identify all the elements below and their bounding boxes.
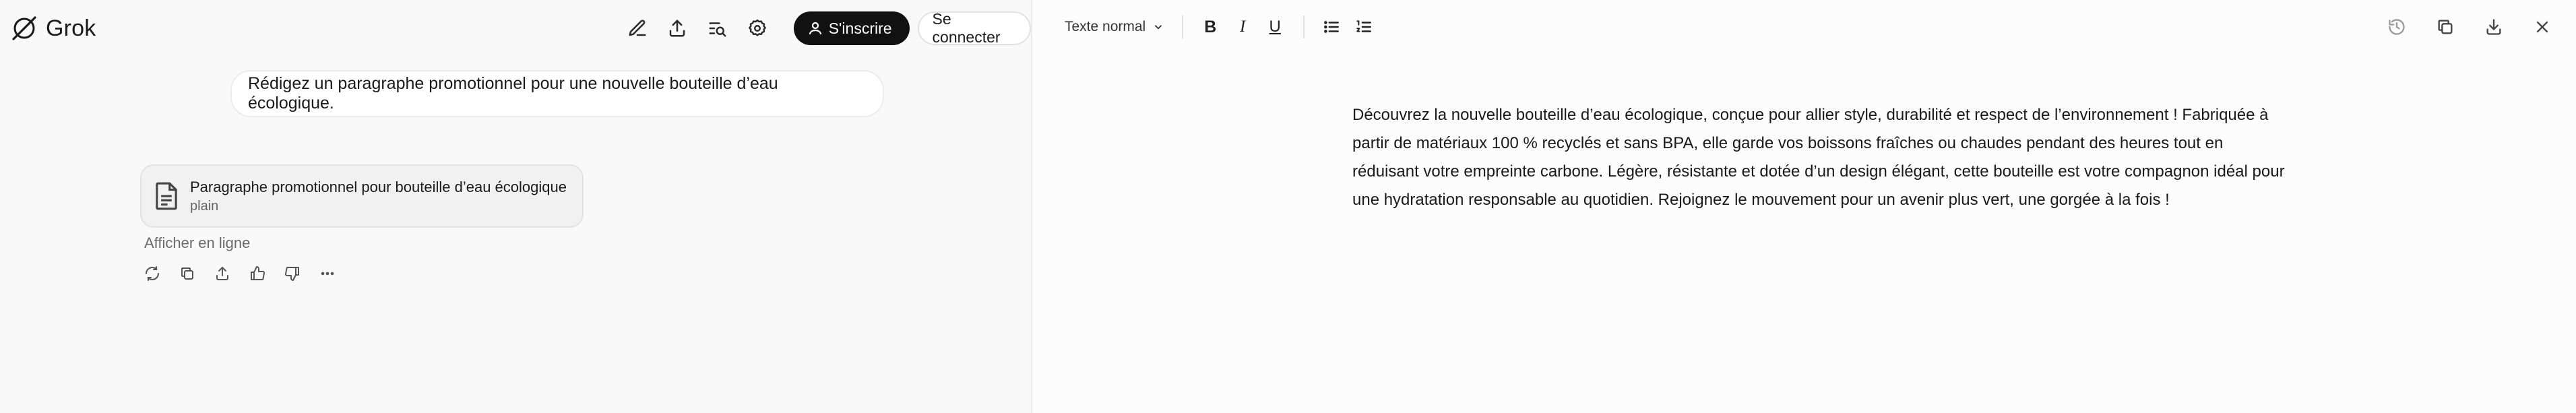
copy-icon	[2438, 20, 2453, 34]
close-button[interactable]	[2518, 12, 2567, 42]
grok-logo-icon	[12, 16, 36, 40]
artifact-title: Paragraphe promotionnel pour bouteille d…	[190, 178, 567, 195]
signup-label: S'inscrire	[828, 19, 892, 37]
document-paragraph: Découvrez la nouvelle bouteille d’eau éc…	[1352, 106, 2285, 209]
history-icon	[2389, 19, 2405, 35]
dislike-button[interactable]	[275, 261, 310, 286]
download-button[interactable]	[2470, 12, 2518, 42]
thumbs-up-icon	[251, 266, 265, 280]
bold-button[interactable]: B	[1194, 12, 1226, 42]
share-button[interactable]	[660, 11, 694, 46]
editor-toolbar: Texte normal B I U	[1059, 12, 1380, 42]
settings-icon	[749, 19, 766, 36]
app-name: Grok	[46, 15, 96, 41]
bullet-list-icon	[1324, 21, 1340, 33]
document-body[interactable]: Découvrez la nouvelle bouteille d’eau éc…	[1352, 101, 2289, 214]
text-style-value: Texte normal	[1065, 19, 1146, 34]
history-button[interactable]	[2373, 12, 2421, 42]
more-button[interactable]	[310, 261, 345, 286]
artifact-card[interactable]: Paragraphe promotionnel pour bouteille d…	[140, 164, 584, 228]
share-message-button[interactable]	[205, 261, 240, 286]
edit-icon	[629, 20, 646, 36]
close-icon	[2536, 21, 2548, 33]
user-icon	[809, 22, 821, 35]
download-icon	[2486, 19, 2501, 35]
numbered-list-icon	[1356, 20, 1372, 32]
show-inline-link[interactable]: Afficher en ligne	[144, 234, 250, 252]
brand[interactable]: Grok	[9, 13, 96, 43]
search-button[interactable]	[700, 11, 734, 46]
settings-button[interactable]	[740, 11, 774, 46]
search-icon	[709, 22, 726, 37]
editor-actions	[2373, 12, 2567, 42]
regenerate-button[interactable]	[135, 261, 170, 286]
more-icon	[321, 272, 334, 276]
thumbs-down-icon	[285, 267, 299, 281]
new-chat-button[interactable]	[620, 11, 654, 46]
chevron-down-icon	[1155, 25, 1162, 30]
italic-button[interactable]: I	[1226, 12, 1259, 42]
user-message-text: Rédigez un paragraphe promotionnel pour …	[248, 74, 778, 113]
artifact-text: Paragraphe promotionnel pour bouteille d…	[190, 179, 567, 214]
signup-button[interactable]: S'inscrire	[793, 11, 910, 45]
editor-pane: Texte normal B I U Découvrez la nouvelle…	[1032, 0, 2576, 413]
login-label: Se connecter	[932, 10, 1001, 46]
artifact-subtitle: plain	[190, 198, 219, 214]
bullet-list-button[interactable]	[1315, 12, 1348, 42]
copy-icon	[181, 267, 193, 280]
user-message-bubble: Rédigez un paragraphe promotionnel pour …	[230, 70, 884, 117]
text-style-select[interactable]: Texte normal	[1059, 19, 1170, 35]
toolbar-divider	[1182, 15, 1184, 38]
login-button[interactable]: Se connecter	[917, 10, 1031, 46]
numbered-list-button[interactable]	[1348, 12, 1380, 42]
copy-button[interactable]	[170, 261, 205, 286]
header-actions: S'inscrire Se connecter	[620, 10, 1031, 46]
like-button[interactable]	[240, 261, 275, 286]
copy-document-button[interactable]	[2421, 12, 2470, 42]
regenerate-icon	[146, 266, 159, 281]
share-icon	[216, 267, 228, 280]
share-icon	[669, 20, 685, 37]
underline-button[interactable]: U	[1259, 12, 1291, 42]
chat-pane: Grok S'inscrire Se connecter Rédigez un …	[0, 0, 1032, 413]
document-icon	[156, 182, 177, 210]
toolbar-divider	[1303, 15, 1305, 38]
message-actions	[135, 261, 345, 286]
